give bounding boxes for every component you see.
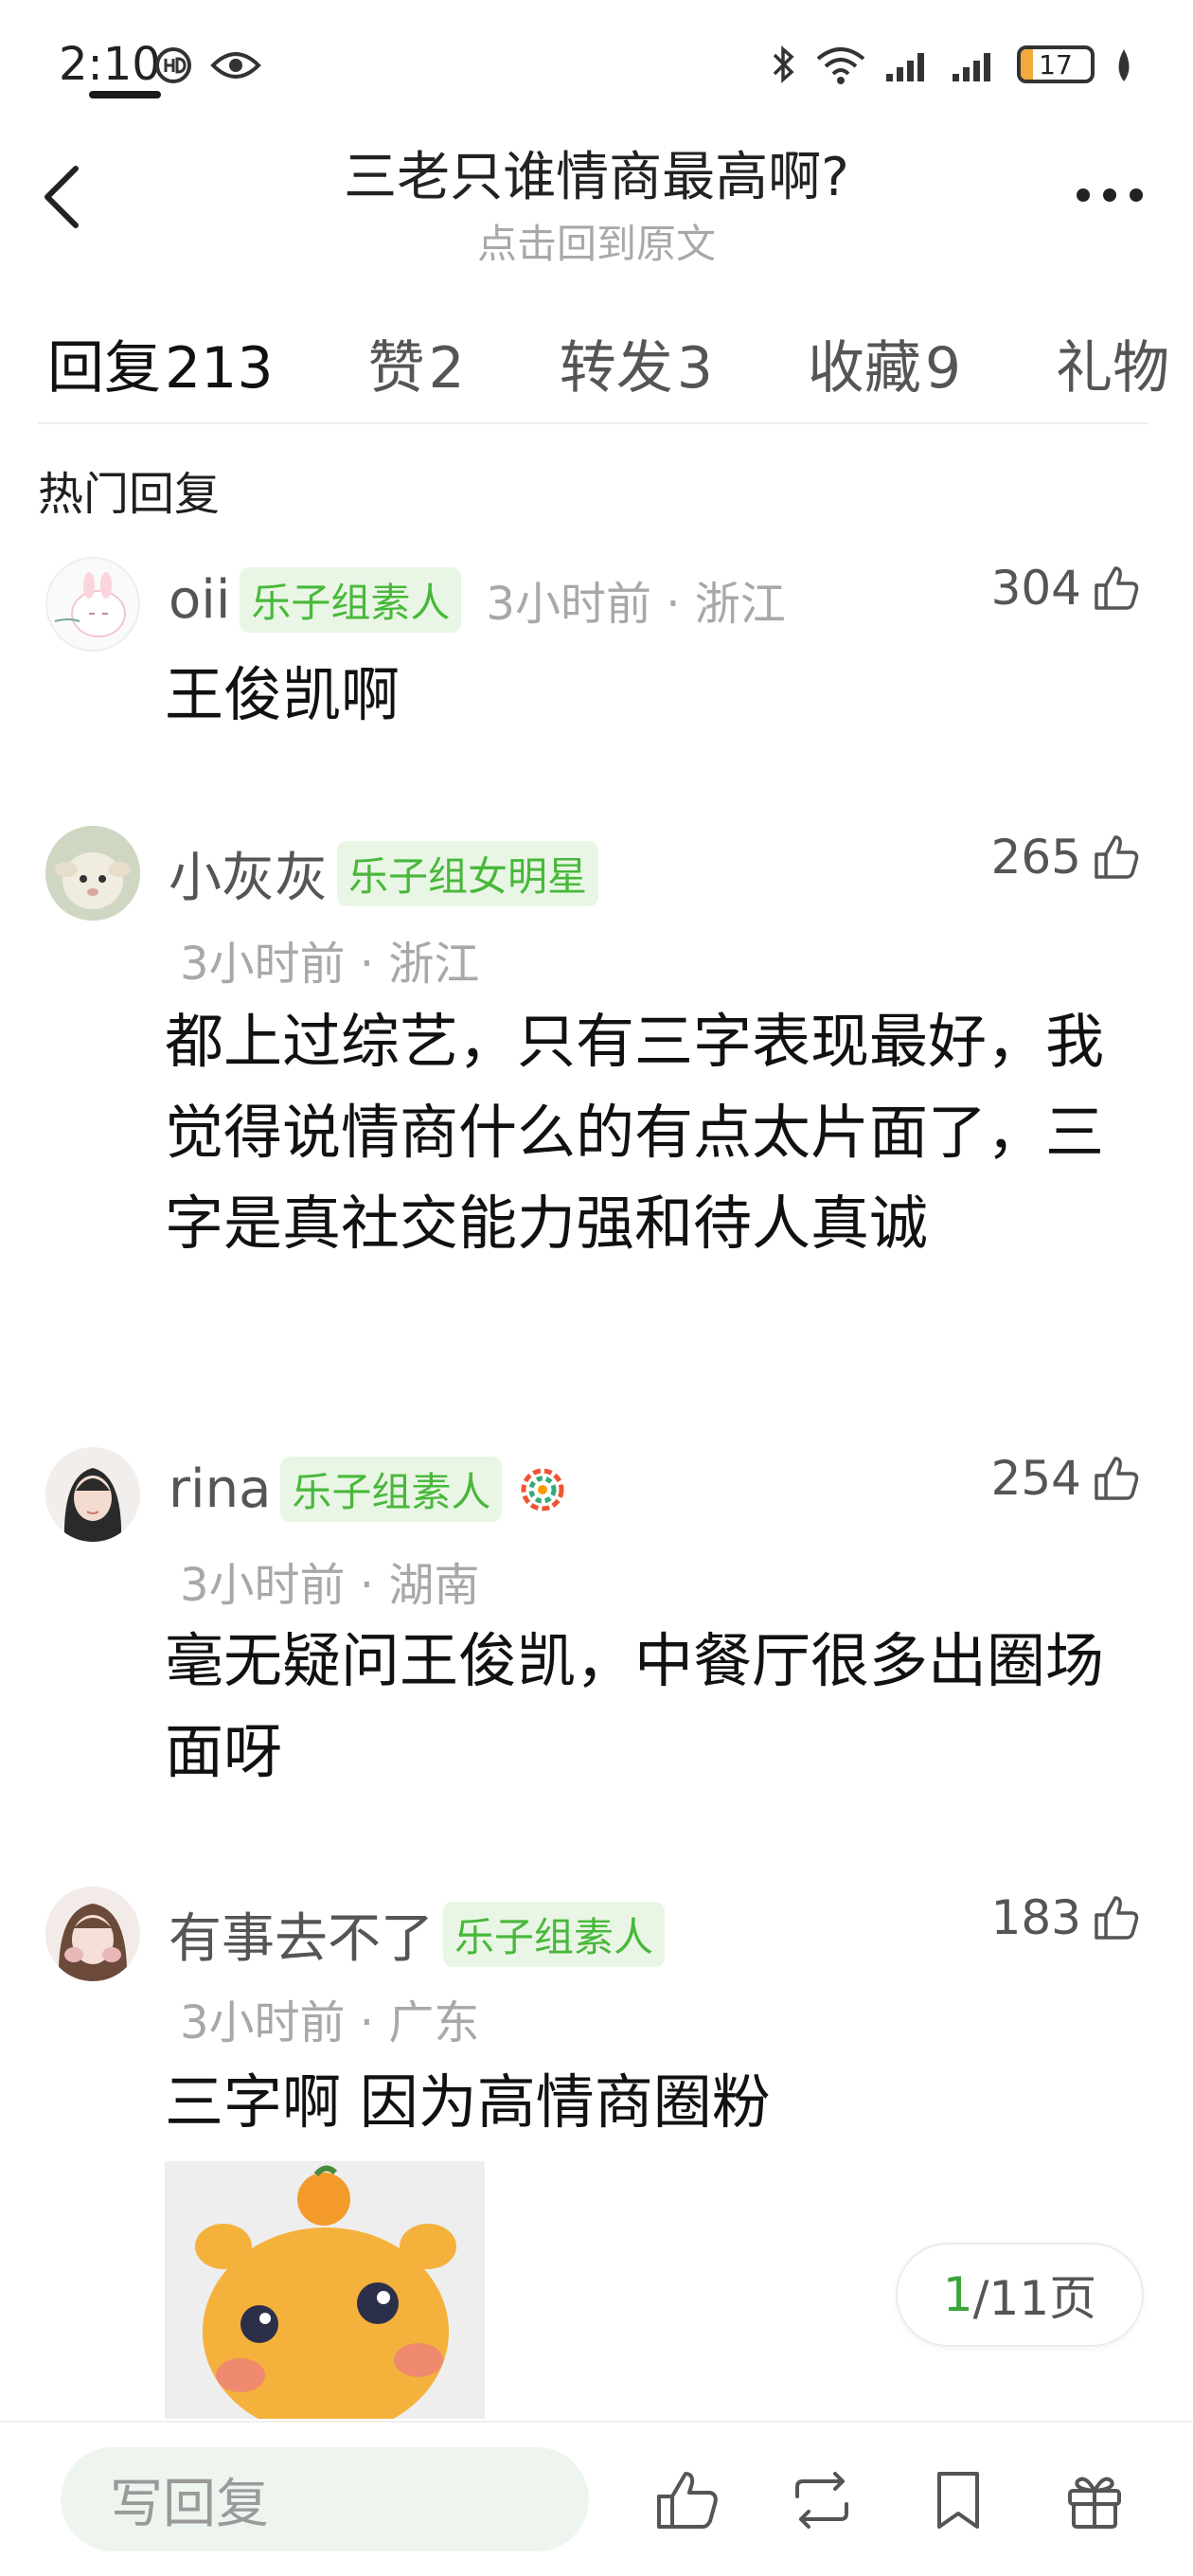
back-arrow-icon[interactable] <box>34 159 91 235</box>
thumbs-up-icon <box>1095 566 1139 610</box>
divider <box>38 422 1148 424</box>
avatar[interactable] <box>45 557 140 652</box>
like-button[interactable]: 254 <box>991 1451 1142 1506</box>
time-location: 3小时前 · 浙江 <box>180 938 480 991</box>
like-icon[interactable] <box>653 2466 721 2534</box>
page-indicator[interactable]: 1/11页 <box>896 2243 1144 2347</box>
reply-input[interactable]: 写回复 <box>61 2447 589 2551</box>
tab-replies[interactable]: 回复213 <box>47 322 274 417</box>
leaf-icon <box>1118 49 1130 81</box>
comment-text: 王俊凯啊 <box>165 660 401 729</box>
user-badge: 乐子组女明星 <box>337 841 599 906</box>
like-button[interactable]: 183 <box>991 1890 1142 1945</box>
bottom-bar: 写回复 <box>0 2421 1193 2576</box>
username[interactable]: 有事去不了 <box>169 1896 434 1973</box>
tab-reposts[interactable]: 转发3 <box>560 322 713 417</box>
signal-icon-2 <box>953 53 990 81</box>
tab-bar: 回复213 赞2 转发3 收藏9 礼物 <box>47 322 1173 417</box>
comment-text: 毫无疑问王俊凯，中餐厅很多出圈场面呀 <box>165 1626 1105 1786</box>
like-count: 254 <box>990 1451 1081 1506</box>
status-time: 2:10 <box>59 38 161 91</box>
wifi-icon <box>816 47 865 84</box>
avatar[interactable] <box>45 1887 140 1981</box>
user-badge: 乐子组素人 <box>280 1457 503 1522</box>
comment-text: 三字啊 因为高情商圈粉 <box>165 2067 771 2137</box>
bluetooth-icon <box>773 45 794 83</box>
tab-gifts[interactable]: 礼物 <box>1056 322 1173 417</box>
thumbs-up-icon <box>1095 1457 1139 1500</box>
sticker-image[interactable] <box>165 2161 485 2419</box>
section-title: 热门回复 <box>38 468 221 521</box>
signal-icon-1 <box>886 53 924 81</box>
battery-indicator: 17 <box>1017 45 1095 83</box>
user-badge: 乐子组素人 <box>443 1902 666 1967</box>
like-count: 265 <box>990 830 1081 885</box>
like-count: 183 <box>990 1890 1081 1945</box>
active-tab-indicator <box>89 91 161 98</box>
page-title[interactable]: 三老只谁情商最高啊? <box>142 134 1051 211</box>
status-bar: 2:10 17 <box>0 0 1193 133</box>
eye-icon <box>210 52 261 79</box>
time-location: 3小时前 · 湖南 <box>180 1559 480 1612</box>
like-button[interactable]: 304 <box>991 561 1142 616</box>
like-button[interactable]: 265 <box>991 830 1142 885</box>
repost-icon[interactable] <box>788 2466 856 2534</box>
tab-favorites[interactable]: 收藏9 <box>808 322 961 417</box>
bookmark-icon[interactable] <box>924 2466 992 2534</box>
username[interactable]: 小灰灰 <box>169 835 328 912</box>
username[interactable]: oii <box>169 569 230 631</box>
hd-icon <box>155 47 191 83</box>
time-location: 3小时前 · 浙江 <box>486 578 786 631</box>
comment-text: 都上过综艺，只有三字表现最好，我觉得说情商什么的有点太片面了，三字是真社交能力强… <box>165 1007 1105 1258</box>
more-options-icon[interactable] <box>1072 176 1148 214</box>
tab-likes[interactable]: 赞2 <box>368 322 465 417</box>
like-count: 304 <box>990 561 1081 616</box>
user-badge: 乐子组素人 <box>240 566 462 633</box>
time-location: 3小时前 · 广东 <box>180 1996 480 2049</box>
back-to-original-link[interactable]: 点击回到原文 <box>142 212 1051 270</box>
thumbs-up-icon <box>1095 835 1139 879</box>
username[interactable]: rina <box>169 1458 271 1520</box>
thumbs-up-icon <box>1095 1896 1139 1940</box>
gift-icon[interactable] <box>1060 2466 1129 2534</box>
avatar[interactable] <box>45 826 140 921</box>
avatar[interactable] <box>45 1447 140 1542</box>
colorful-badge-icon <box>521 1468 564 1511</box>
